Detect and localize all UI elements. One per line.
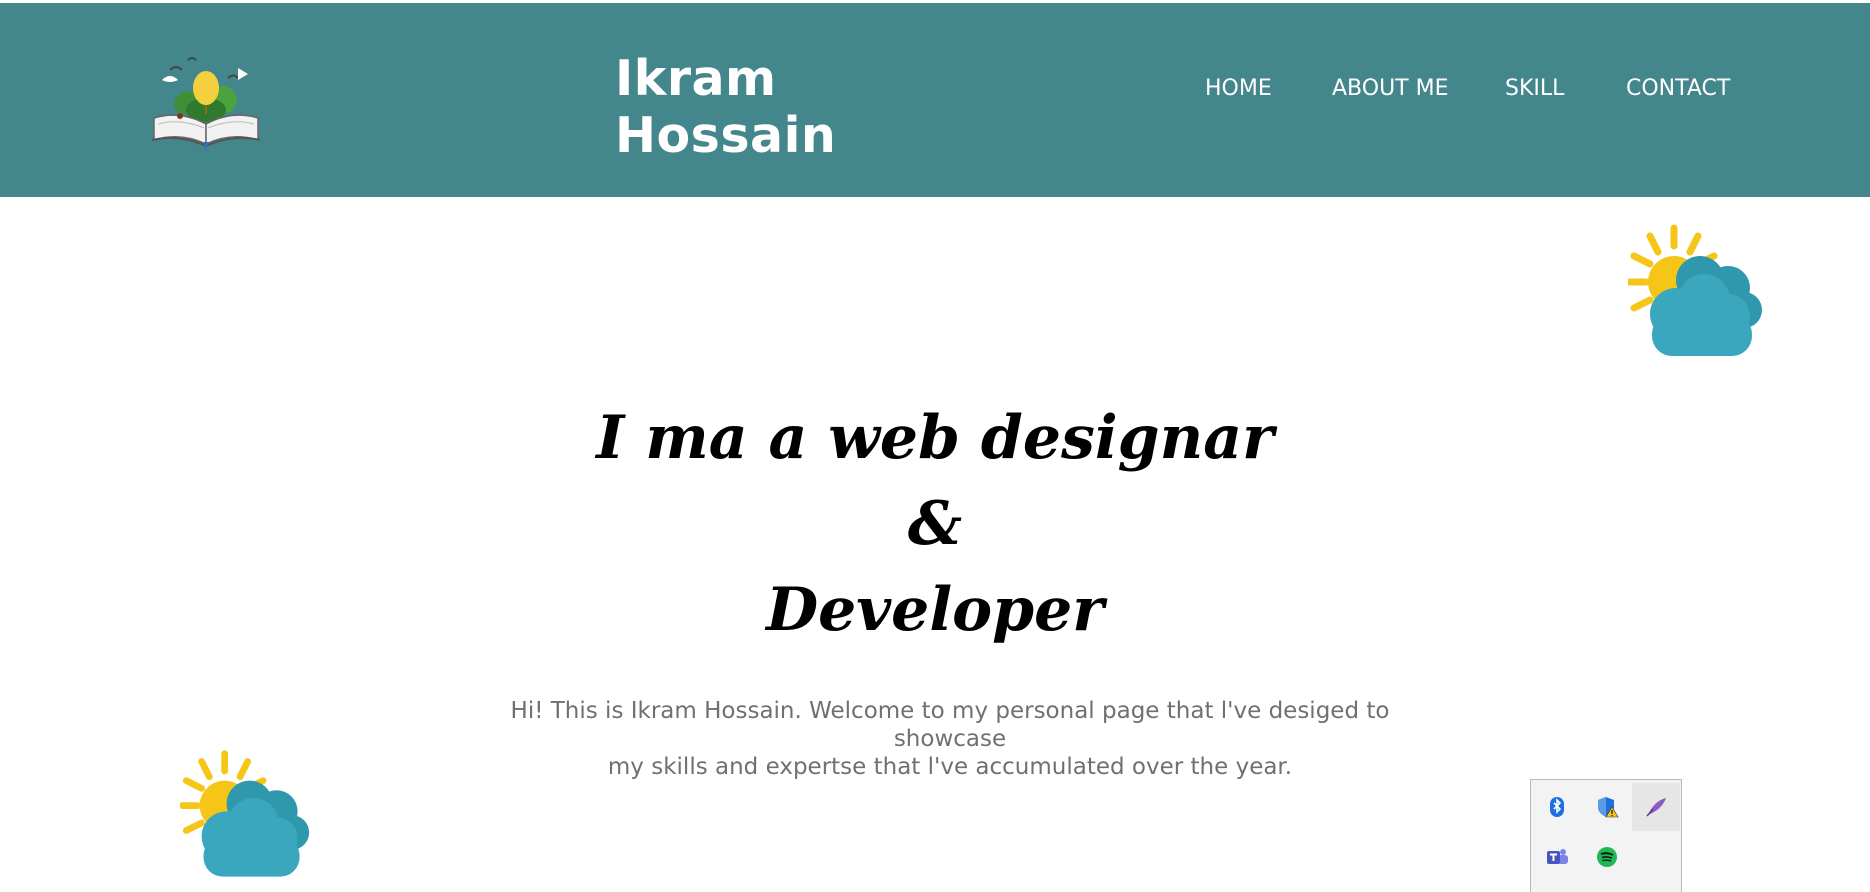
hero-heading: I ma a web designar & Developer [0,395,1870,653]
teams-icon[interactable] [1533,833,1581,881]
sun-cloud-icon [1626,222,1778,392]
intro-text: Hi! This is Ikram Hossain. Welcome to my… [470,697,1430,781]
system-tray-overflow [1530,779,1682,892]
hero-line-1: I ma a web designar [596,403,1274,473]
spotify-icon[interactable] [1583,833,1631,881]
nav-home[interactable]: HOME [1205,76,1272,101]
pen-icon[interactable] [1632,783,1680,831]
security-warning-icon[interactable] [1583,783,1631,831]
sun-cloud-icon [179,748,325,892]
nav-skill[interactable]: SKILL [1505,76,1564,101]
site-title: Ikram Hossain [615,50,837,164]
intro-line-1: Hi! This is Ikram Hossain. Welcome to my… [510,698,1390,752]
open-book-logo[interactable] [150,48,265,153]
hero-line-3: Developer [766,575,1104,645]
bluetooth-icon[interactable] [1533,783,1581,831]
nav-contact[interactable]: CONTACT [1626,76,1730,101]
site-header: Ikram Hossain HOME ABOUT ME SKILL CONTAC… [0,3,1870,197]
nav-about-me[interactable]: ABOUT ME [1332,76,1449,101]
intro-line-2: my skills and expertse that l've accumul… [607,754,1293,780]
hero-line-2: & [907,489,963,559]
